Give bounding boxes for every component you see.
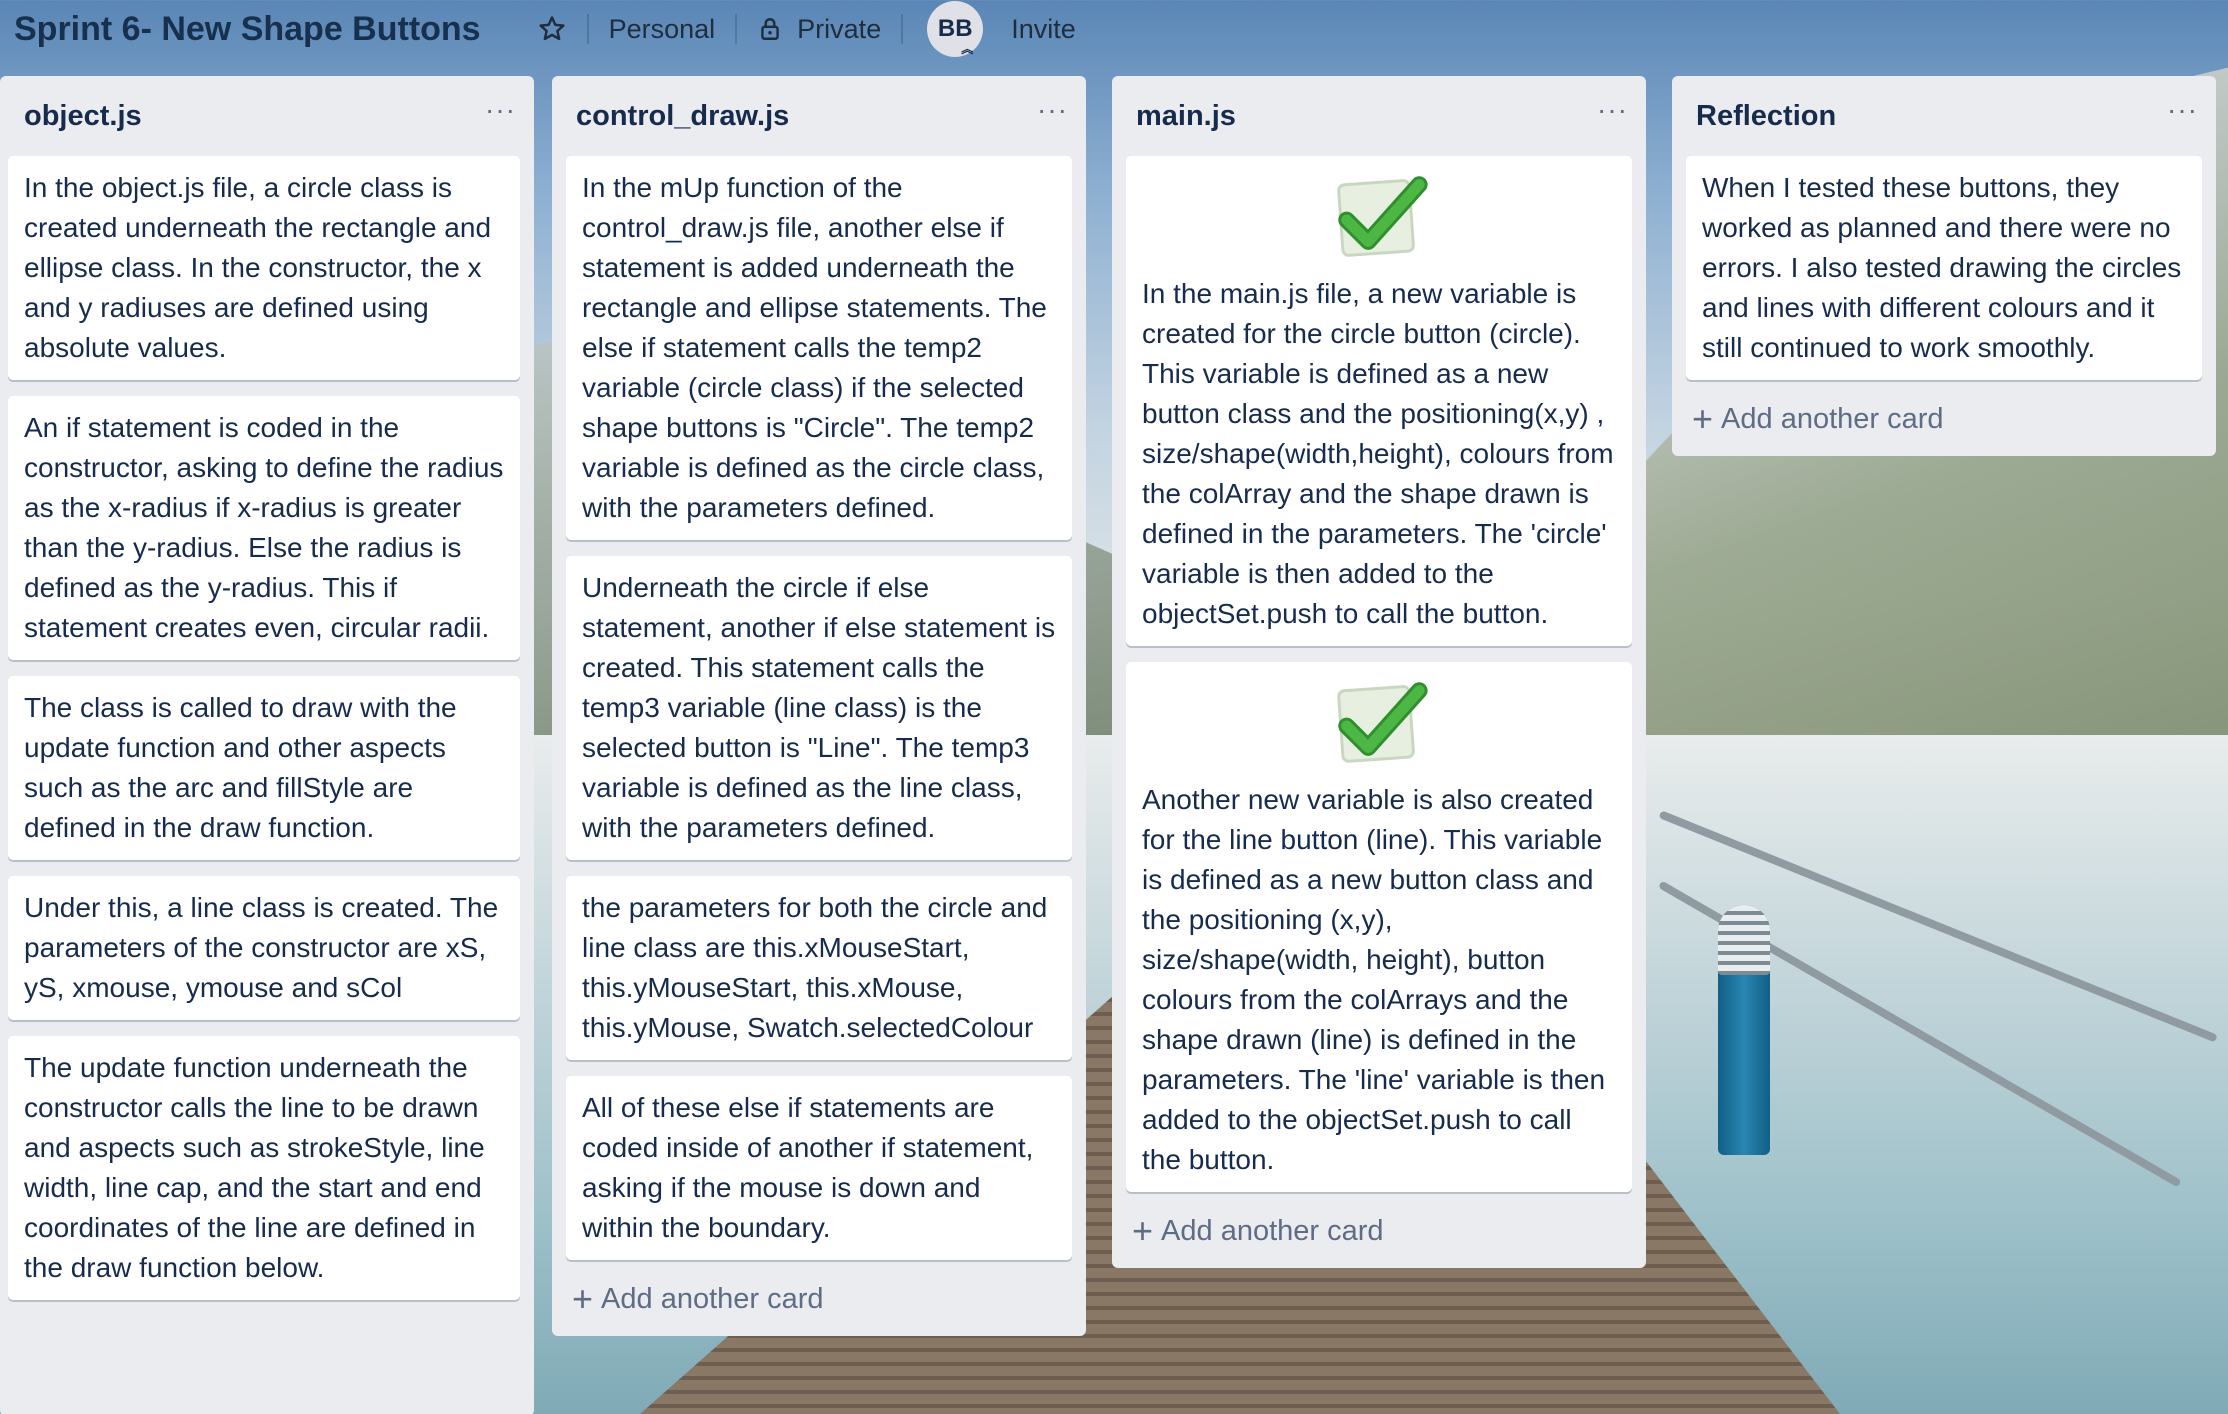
lock-icon	[761, 18, 779, 40]
card[interactable]: In the main.js file, a new variable is c…	[1126, 156, 1632, 646]
card[interactable]: An if statement is coded in the construc…	[8, 396, 520, 660]
board-title[interactable]: Sprint 6- New Shape Buttons	[14, 10, 481, 49]
header-divider	[735, 14, 738, 44]
add-card-button[interactable]: + Add another card	[552, 1272, 1086, 1326]
list-header: control_draw.js ···	[552, 76, 1086, 156]
more-horizontal-icon[interactable]: ···	[1037, 96, 1068, 124]
board-header: Sprint 6- New Shape Buttons Personal Pri…	[0, 0, 2228, 58]
card[interactable]: the parameters for both the circle and l…	[566, 876, 1072, 1060]
admin-chevron-icon: ︽	[961, 42, 974, 56]
avatar-initials: BB	[937, 15, 973, 42]
more-horizontal-icon[interactable]: ···	[1597, 96, 1628, 124]
list-header: Reflection ···	[1672, 76, 2216, 156]
list-main-js: main.js ··· In the main.js file, a new v…	[1112, 76, 1646, 1268]
add-card-button[interactable]: + Add another card	[1672, 392, 2216, 446]
card[interactable]: When I tested these buttons, they worked…	[1686, 156, 2202, 380]
card-cover-image	[1142, 166, 1616, 266]
member-avatar[interactable]: BB ︽	[927, 1, 984, 57]
card-list: When I tested these buttons, they worked…	[1672, 156, 2216, 380]
add-card-label: Add another card	[1161, 1214, 1384, 1247]
team-visibility-button[interactable]: Personal	[595, 9, 730, 49]
add-card-label: Add another card	[1721, 402, 1944, 435]
privacy-label: Private	[797, 13, 882, 44]
card-list: In the mUp function of the control_draw.…	[552, 156, 1086, 1260]
star-icon	[538, 16, 565, 41]
plus-icon: +	[1692, 398, 1714, 439]
card-list: In the main.js file, a new variable is c…	[1112, 156, 1646, 1192]
card[interactable]: Under this, a line class is created. The…	[8, 876, 520, 1020]
list-title[interactable]: control_draw.js	[576, 100, 789, 133]
card[interactable]: The class is called to draw with the upd…	[8, 676, 520, 860]
card[interactable]: Underneath the circle if else statement,…	[566, 556, 1072, 860]
star-button[interactable]	[523, 9, 581, 49]
list-title[interactable]: Reflection	[1696, 100, 1836, 133]
card-text: Another new variable is also created for…	[1142, 784, 1606, 1175]
list-header: main.js ···	[1112, 76, 1646, 156]
card-cover-image	[1142, 672, 1616, 772]
card[interactable]: In the object.js file, a circle class is…	[8, 156, 520, 380]
plus-icon: +	[1132, 1210, 1154, 1251]
list-object-js: object.js ··· In the object.js file, a c…	[0, 76, 534, 1414]
list-title[interactable]: main.js	[1136, 100, 1236, 133]
card[interactable]: In the mUp function of the control_draw.…	[566, 156, 1072, 540]
list-control-draw-js: control_draw.js ··· In the mUp function …	[552, 76, 1086, 1336]
add-card-label: Add another card	[601, 1282, 824, 1315]
header-divider	[901, 14, 904, 44]
add-card-button[interactable]: + Add another card	[1112, 1204, 1646, 1258]
card[interactable]: All of these else if statements are code…	[566, 1076, 1072, 1260]
card[interactable]: The update function underneath the const…	[8, 1036, 520, 1300]
list-header: object.js ···	[0, 76, 534, 156]
privacy-button[interactable]: Private	[743, 9, 895, 49]
checkmark-icon	[1337, 176, 1428, 257]
card-list: In the object.js file, a circle class is…	[0, 156, 534, 1300]
plus-icon: +	[572, 1278, 594, 1319]
card-text: In the main.js file, a new variable is c…	[1142, 278, 1614, 629]
checkmark-icon	[1337, 682, 1428, 763]
card[interactable]: Another new variable is also created for…	[1126, 662, 1632, 1192]
background-lamp-head	[1718, 905, 1770, 975]
header-divider	[586, 14, 589, 44]
invite-button[interactable]: Invite	[997, 9, 1090, 49]
list-reflection: Reflection ··· When I tested these butto…	[1672, 76, 2216, 456]
more-horizontal-icon[interactable]: ···	[2167, 96, 2198, 124]
more-horizontal-icon[interactable]: ···	[485, 96, 516, 124]
list-title[interactable]: object.js	[24, 100, 142, 133]
